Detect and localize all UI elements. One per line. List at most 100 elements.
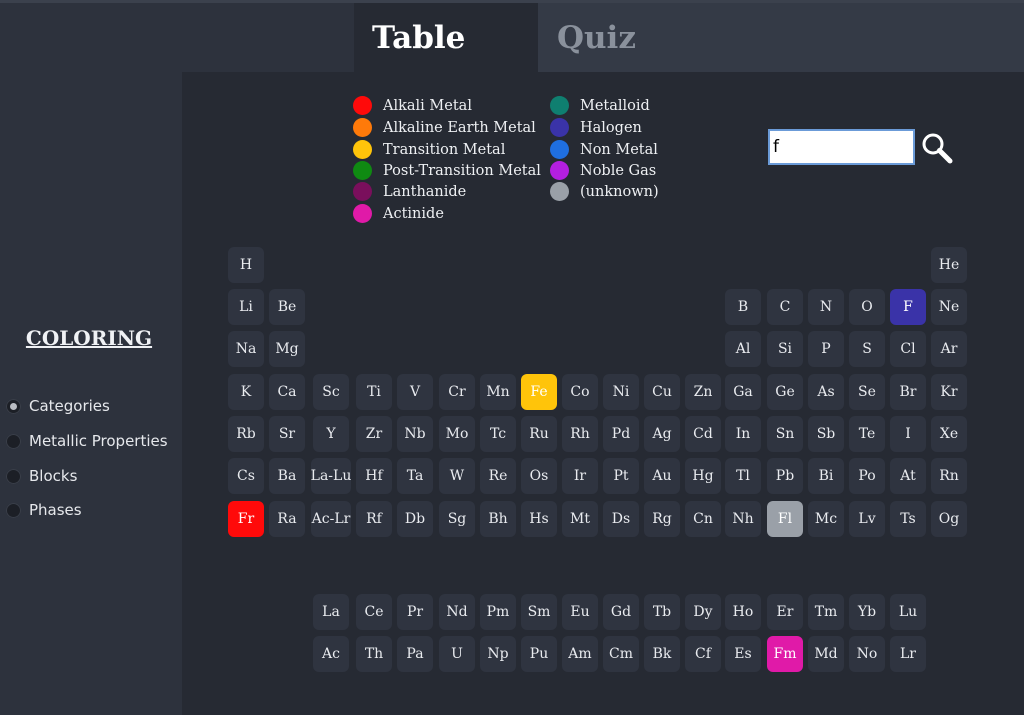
radio-metallic-properties[interactable]: Metallic Properties	[6, 432, 168, 450]
element-ga[interactable]: Ga	[725, 374, 761, 410]
element-y[interactable]: Y	[313, 416, 349, 452]
element-mo[interactable]: Mo	[439, 416, 475, 452]
element-k[interactable]: K	[228, 374, 264, 410]
element-ge[interactable]: Ge	[767, 374, 803, 410]
element-ar[interactable]: Ar	[931, 331, 967, 367]
element-lr[interactable]: Lr	[890, 636, 926, 672]
element-co[interactable]: Co	[562, 374, 598, 410]
radio-blocks[interactable]: Blocks	[6, 467, 77, 485]
element-tb[interactable]: Tb	[644, 594, 680, 630]
element-bi[interactable]: Bi	[808, 458, 844, 494]
element-nb[interactable]: Nb	[397, 416, 433, 452]
element-th[interactable]: Th	[356, 636, 392, 672]
element-pa[interactable]: Pa	[397, 636, 433, 672]
element-o[interactable]: O	[849, 289, 885, 325]
element-bh[interactable]: Bh	[480, 501, 516, 537]
element-sb[interactable]: Sb	[808, 416, 844, 452]
element-pr[interactable]: Pr	[397, 594, 433, 630]
radio-button[interactable]	[6, 468, 21, 484]
element-nd[interactable]: Nd	[439, 594, 475, 630]
element-pu[interactable]: Pu	[521, 636, 557, 672]
element-re[interactable]: Re	[480, 458, 516, 494]
element-h[interactable]: H	[228, 247, 264, 283]
element-mt[interactable]: Mt	[562, 501, 598, 537]
element-at[interactable]: At	[890, 458, 926, 494]
radio-button[interactable]	[6, 433, 21, 449]
element-cf[interactable]: Cf	[685, 636, 721, 672]
element-rf[interactable]: Rf	[356, 501, 392, 537]
element-al[interactable]: Al	[725, 331, 761, 367]
element-zn[interactable]: Zn	[685, 374, 721, 410]
element-pm[interactable]: Pm	[480, 594, 516, 630]
element-ac[interactable]: Ac	[313, 636, 349, 672]
element-ra[interactable]: Ra	[269, 501, 305, 537]
element-cd[interactable]: Cd	[685, 416, 721, 452]
radio-phases[interactable]: Phases	[6, 501, 82, 519]
element-po[interactable]: Po	[849, 458, 885, 494]
element-tl[interactable]: Tl	[725, 458, 761, 494]
element-sm[interactable]: Sm	[521, 594, 557, 630]
element-ru[interactable]: Ru	[521, 416, 557, 452]
radio-categories[interactable]: Categories	[6, 397, 110, 415]
element-bk[interactable]: Bk	[644, 636, 680, 672]
element-yb[interactable]: Yb	[849, 594, 885, 630]
element-hf[interactable]: Hf	[356, 458, 392, 494]
element-fm[interactable]: Fm	[767, 636, 803, 672]
element-sr[interactable]: Sr	[269, 416, 305, 452]
element-zr[interactable]: Zr	[356, 416, 392, 452]
tab-quiz[interactable]: Quiz	[538, 3, 1024, 72]
element-au[interactable]: Au	[644, 458, 680, 494]
element-p[interactable]: P	[808, 331, 844, 367]
element-no[interactable]: No	[849, 636, 885, 672]
element-pb[interactable]: Pb	[767, 458, 803, 494]
element-ne[interactable]: Ne	[931, 289, 967, 325]
element-cs[interactable]: Cs	[228, 458, 264, 494]
element-og[interactable]: Og	[931, 501, 967, 537]
element-c[interactable]: C	[767, 289, 803, 325]
element-he[interactable]: He	[931, 247, 967, 283]
element-sg[interactable]: Sg	[439, 501, 475, 537]
element-os[interactable]: Os	[521, 458, 557, 494]
element-cl[interactable]: Cl	[890, 331, 926, 367]
element-n[interactable]: N	[808, 289, 844, 325]
element-i[interactable]: I	[890, 416, 926, 452]
element-be[interactable]: Be	[269, 289, 305, 325]
element-la[interactable]: La	[313, 594, 349, 630]
element-s[interactable]: S	[849, 331, 885, 367]
element-rg[interactable]: Rg	[644, 501, 680, 537]
element-b[interactable]: B	[725, 289, 761, 325]
element-as[interactable]: As	[808, 374, 844, 410]
element-ba[interactable]: Ba	[269, 458, 305, 494]
element-ta[interactable]: Ta	[397, 458, 433, 494]
element-np[interactable]: Np	[480, 636, 516, 672]
element-nh[interactable]: Nh	[725, 501, 761, 537]
search-input[interactable]	[768, 129, 915, 165]
element-se[interactable]: Se	[849, 374, 885, 410]
element-pt[interactable]: Pt	[603, 458, 639, 494]
element-dy[interactable]: Dy	[685, 594, 721, 630]
element-u[interactable]: U	[439, 636, 475, 672]
element-fe[interactable]: Fe	[521, 374, 557, 410]
element-mn[interactable]: Mn	[480, 374, 516, 410]
element-br[interactable]: Br	[890, 374, 926, 410]
element-fl[interactable]: Fl	[767, 501, 803, 537]
element-v[interactable]: V	[397, 374, 433, 410]
element-ce[interactable]: Ce	[356, 594, 392, 630]
element-ag[interactable]: Ag	[644, 416, 680, 452]
element-ds[interactable]: Ds	[603, 501, 639, 537]
element-ni[interactable]: Ni	[603, 374, 639, 410]
element-rn[interactable]: Rn	[931, 458, 967, 494]
search-button[interactable]	[920, 131, 954, 165]
element-hs[interactable]: Hs	[521, 501, 557, 537]
element-f[interactable]: F	[890, 289, 926, 325]
element-ac-lr[interactable]: Ac-Lr	[311, 501, 351, 537]
radio-button[interactable]	[6, 502, 21, 518]
radio-button[interactable]	[6, 398, 21, 414]
element-na[interactable]: Na	[228, 331, 264, 367]
element-gd[interactable]: Gd	[603, 594, 639, 630]
element-eu[interactable]: Eu	[562, 594, 598, 630]
element-sc[interactable]: Sc	[313, 374, 349, 410]
element-sn[interactable]: Sn	[767, 416, 803, 452]
element-mc[interactable]: Mc	[808, 501, 844, 537]
element-pd[interactable]: Pd	[603, 416, 639, 452]
